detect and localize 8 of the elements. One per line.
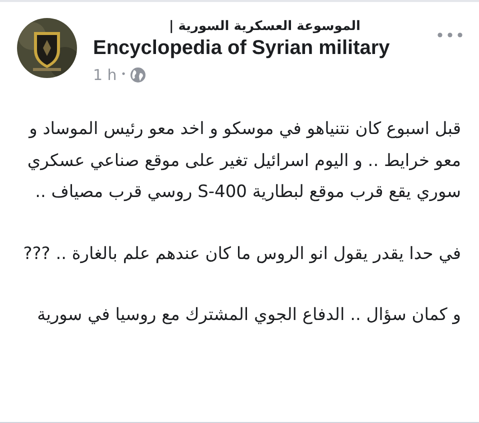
- page-name-arabic[interactable]: الموسوعة العسكرية السورية |: [169, 18, 361, 36]
- globe-icon: [130, 67, 146, 83]
- page-name[interactable]: Encyclopedia of Syrian military: [93, 36, 421, 60]
- more-options-icon[interactable]: [437, 32, 463, 38]
- post-paragraph: قبل اسبوع كان نتنياهو في موسكو و اخد معو رئيس الموساد و معو خرايط .. و اليوم اسرائيل تغير على موقع صناعي عسكري سوري يقع قرب موقع لبطارية S-400 روسي قرب مصياف ..: [26, 118, 461, 204]
- post-paragraph: و كمان سؤال .. الدفاع الجوي المشترك مع روسيا في سورية: [36, 304, 461, 327]
- post-paragraph: في حدا يقدر يقول انو الروس ما كان عندهم علم بالغارة .. ???: [22, 242, 461, 266]
- separator-dot: •: [120, 70, 126, 80]
